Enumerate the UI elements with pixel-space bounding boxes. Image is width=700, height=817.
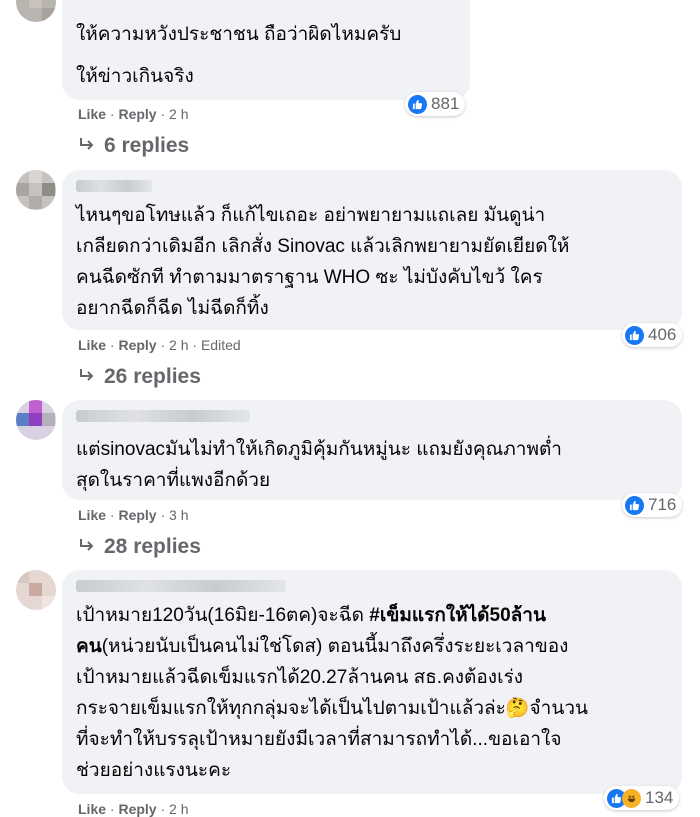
reply-arrow-icon [78,134,96,158]
reaction-summary[interactable]: 406 [622,323,683,347]
reply-link[interactable]: Reply [118,337,156,353]
thumbs-up-icon [625,495,644,515]
separator: · [192,337,198,353]
separator: · [109,337,115,353]
separator: · [109,106,115,122]
comment-text-line: เป้าหมายแล้วฉีดเข็มแรกได้20.27ล้านคน สธ.… [76,667,524,688]
reaction-count: 716 [648,495,677,514]
commenter-name[interactable] [76,180,152,192]
timestamp[interactable]: 3 h [169,507,188,523]
comment-actions: Like · Reply · 2 h [78,106,189,122]
thumbs-up-icon [408,94,427,114]
replies-label: 26 replies [104,365,201,388]
comment-actions: Like · Reply · 2 h [78,801,189,817]
comment-bubble: แต่sinovacมันไม่ทำให้เกิดภูมิคุ้มกันหมู่… [62,400,682,500]
separator: · [160,337,166,353]
comment-text-line: สุดในราคาที่แพงอีกด้วย [76,470,271,491]
comment-text-line: ไหนๆขอโทษแล้ว ก็แก้ไขเถอะ อย่าพยายามแถเล… [76,205,546,226]
avatar[interactable] [16,0,56,22]
reply-arrow-icon [78,535,96,559]
reaction-summary[interactable]: 716 [622,493,683,517]
replies-label: 6 replies [104,134,190,157]
reply-arrow-icon [78,365,96,389]
comment-text-line: เป้าหมาย120วัน(16มิย-16ตค)จะฉีด #เข็มแรก… [76,600,546,631]
separator: · [160,106,166,122]
timestamp[interactable]: 2 h [169,801,188,817]
reply-link[interactable]: Reply [118,507,156,523]
comment-bubble: ไหนๆขอโทษแล้ว ก็แก้ไขเถอะ อย่าพยายามแถเล… [62,170,682,330]
comment-text-line: แต่sinovacมันไม่ทำให้เกิดภูมิคุ้มกันหมู่… [76,439,562,460]
haha-icon [622,788,641,808]
avatar[interactable] [16,400,56,440]
comment-text-line: คนฉีดซักที ทำตามมาตราฐาน WHO ซะ ไม่บังคั… [76,267,543,288]
reply-link[interactable]: Reply [118,106,156,122]
avatar[interactable] [16,170,56,210]
reaction-count: 134 [645,788,674,807]
comment-text-line: เกลียดกว่าเดิมอีก เลิกสั่ง Sinovac แล้วเ… [76,236,570,257]
thumbs-up-icon [625,325,644,345]
hashtag-link[interactable]: #เข็มแรกให้ได้50ล้าน [369,605,546,626]
view-replies-button[interactable]: 6 replies [78,134,189,158]
reaction-count: 881 [431,94,460,113]
separator: · [160,507,166,523]
comment-text-line: อยากฉีดก็ฉีด ไม่ฉีดก็ทิ้ง [76,298,269,319]
comment-bubble: ให้ความหวังประชาชน ถือว่าผิดไหมครับ ให้ข… [62,0,470,100]
comment-text-segment: เป้าหมาย120วัน(16มิย-16ตค)จะฉีด [76,605,370,626]
comment-text-line: ให้ข่าวเกินจริง [76,66,194,87]
edited-label[interactable]: Edited [201,337,241,353]
comment-text-segment: (หน่วยนับเป็นคนไม่ใช่โดส) ตอนนี้มาถึงครึ… [101,636,569,657]
avatar[interactable] [16,570,56,610]
comment-actions: Like · Reply · 2 h · Edited [78,337,241,353]
like-link[interactable]: Like [78,801,106,817]
comment-bubble: เป้าหมาย120วัน(16มิย-16ตค)จะฉีด #เข็มแรก… [62,570,682,794]
comment-text-line: กระจายเข็มแรกให้ทุกกลุ่มจะได้เป็นไปตามเป… [76,698,588,719]
comment-text-line: ช่วยอย่างแรงนะคะ [76,760,232,781]
separator: · [109,507,115,523]
comment-text-line: ให้ความหวังประชาชน ถือว่าผิดไหมครับ [76,24,402,45]
hashtag-link[interactable]: คน [76,636,102,657]
like-link[interactable]: Like [78,507,106,523]
commenter-name[interactable] [76,410,250,422]
separator: · [160,801,166,817]
reaction-count: 406 [648,325,677,344]
reaction-summary[interactable]: 134 [604,786,680,810]
reaction-summary[interactable]: 881 [405,92,466,116]
timestamp[interactable]: 2 h [169,337,188,353]
like-link[interactable]: Like [78,106,106,122]
view-replies-button[interactable]: 28 replies [78,535,201,559]
timestamp[interactable]: 2 h [169,106,188,122]
like-link[interactable]: Like [78,337,106,353]
comment-text-line: คน(หน่วยนับเป็นคนไม่ใช่โดส) ตอนนี้มาถึงค… [76,631,568,662]
separator: · [109,801,115,817]
replies-label: 28 replies [104,535,201,558]
view-replies-button[interactable]: 26 replies [78,365,201,389]
comment-text-line: ที่จะทำให้บรรลุเป้าหมายยังมีเวลาที่สามาร… [76,729,562,750]
reply-link[interactable]: Reply [118,801,156,817]
commenter-name[interactable] [76,580,286,592]
comment-actions: Like · Reply · 3 h [78,507,189,523]
